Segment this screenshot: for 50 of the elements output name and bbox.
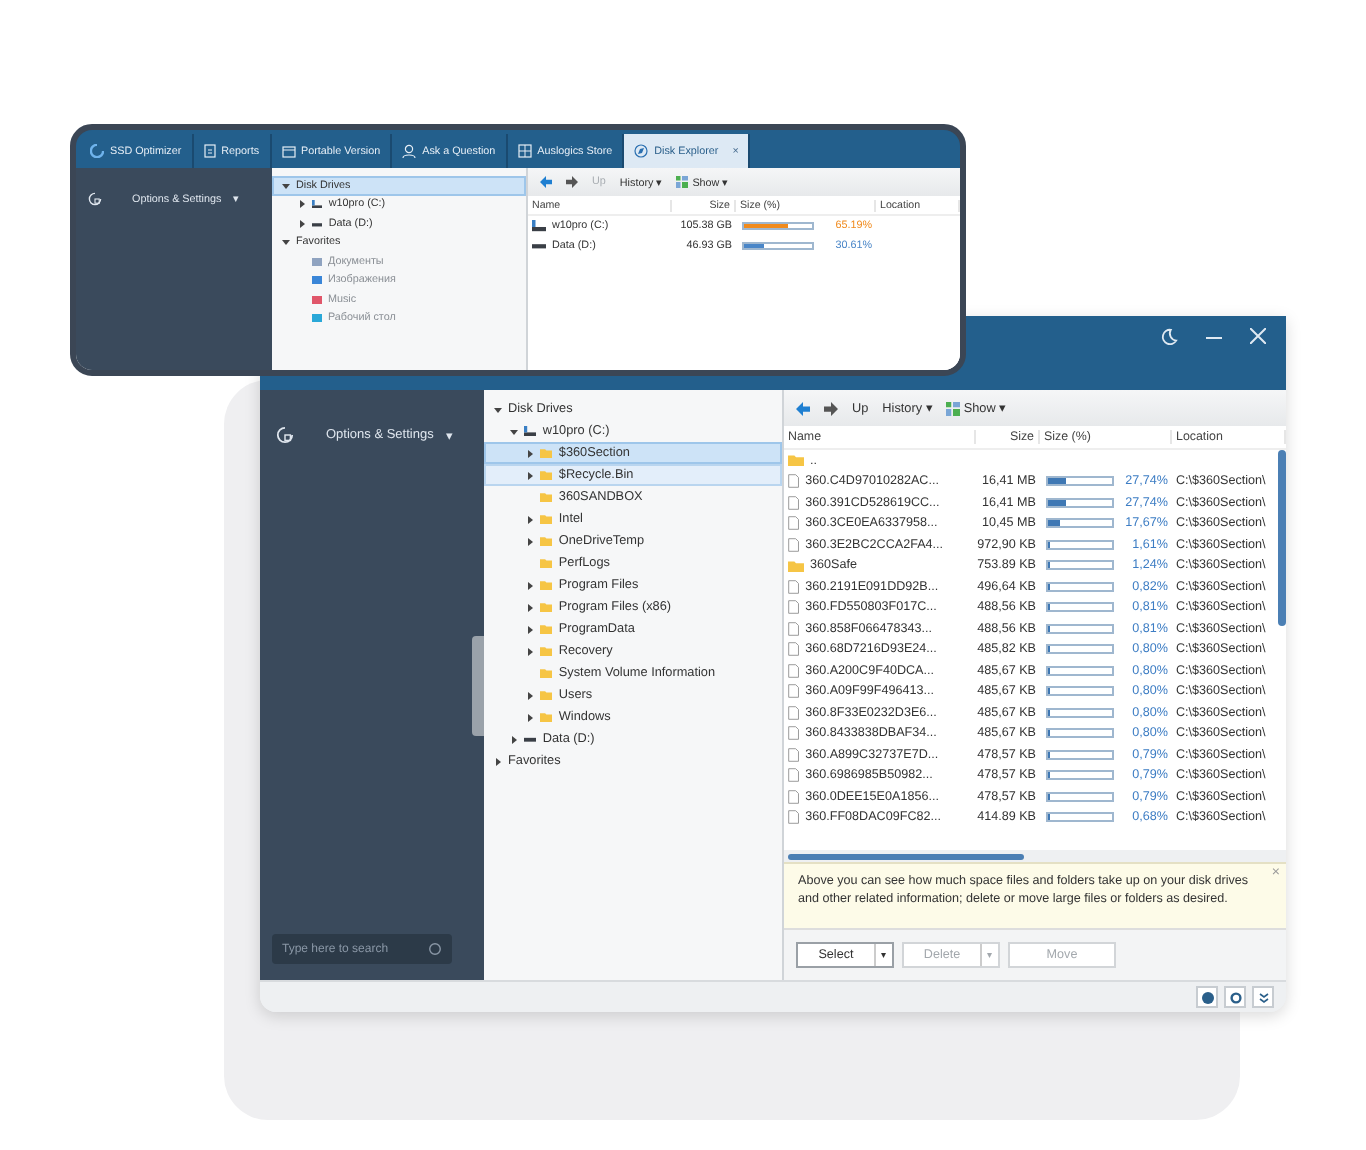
drive-icon [532, 240, 546, 252]
drive-icon [312, 200, 323, 209]
columns-icon [945, 401, 960, 415]
collapse-button[interactable] [1252, 986, 1274, 1008]
expanded-arrow-icon[interactable] [282, 238, 290, 247]
gear-icon [1229, 991, 1241, 1003]
collapsed-arrow-icon[interactable] [526, 713, 534, 721]
person-icon [402, 144, 417, 158]
grid-icon [517, 144, 532, 158]
settings-icon [276, 426, 294, 444]
search-icon [428, 942, 442, 956]
columns-icon [676, 176, 689, 188]
collapsed-arrow-icon[interactable] [510, 735, 518, 743]
chevrons-icon [1257, 991, 1269, 1003]
folder-icon [788, 454, 804, 467]
info-icon [1201, 991, 1213, 1003]
collapsed-arrow-icon[interactable] [494, 757, 502, 765]
collapsed-arrow-icon[interactable] [526, 515, 534, 523]
collapsed-arrow-icon[interactable] [526, 581, 534, 589]
close-icon[interactable] [1250, 328, 1266, 344]
forward-arrow-icon[interactable] [824, 401, 838, 415]
settings-button[interactable] [1224, 986, 1246, 1008]
collapsed-arrow-icon[interactable] [298, 200, 306, 209]
back-arrow-icon[interactable] [796, 401, 810, 415]
expanded-arrow-icon[interactable] [510, 427, 518, 435]
collapsed-arrow-icon[interactable] [526, 471, 534, 479]
drive-icon [524, 425, 537, 437]
collapsed-arrow-icon[interactable] [298, 219, 306, 228]
moon-icon[interactable] [1160, 328, 1178, 346]
settings-icon [88, 192, 102, 206]
scrollbar-thumb[interactable] [1278, 450, 1286, 626]
collapsed-arrow-icon[interactable] [526, 647, 534, 655]
compass-icon [634, 144, 649, 158]
expanded-arrow-icon[interactable] [282, 181, 290, 190]
document-icon [203, 144, 216, 158]
forward-arrow-icon[interactable] [566, 176, 578, 188]
folder-icon [788, 559, 804, 572]
back-arrow-icon[interactable] [540, 176, 552, 188]
collapse-handle[interactable] [472, 636, 484, 736]
expanded-arrow-icon[interactable] [494, 405, 502, 413]
collapsed-arrow-icon[interactable] [526, 691, 534, 699]
info-button[interactable] [1196, 986, 1218, 1008]
collapsed-arrow-icon[interactable] [526, 537, 534, 545]
scrollbar-thumb[interactable] [788, 853, 1024, 859]
window-icon [281, 145, 296, 157]
collapsed-arrow-icon[interactable] [526, 449, 534, 457]
spinner-icon [90, 144, 104, 158]
collapsed-arrow-icon[interactable] [526, 625, 534, 633]
drive-icon [532, 220, 546, 232]
collapsed-arrow-icon[interactable] [526, 603, 534, 611]
